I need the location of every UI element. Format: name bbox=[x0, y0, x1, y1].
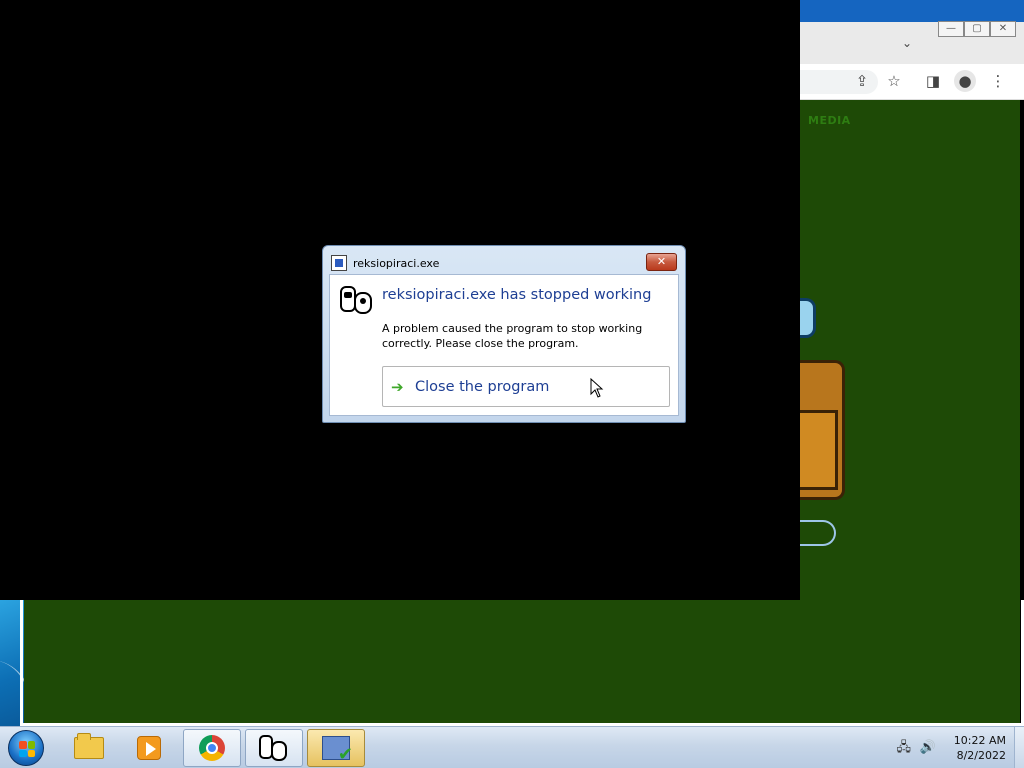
reksio-icon bbox=[259, 733, 289, 763]
menu-icon[interactable]: ⋮ bbox=[987, 70, 1009, 92]
share-icon[interactable]: ⇪ bbox=[851, 70, 873, 92]
media-player-icon bbox=[137, 736, 161, 760]
browser-tabstrip: — ▢ ✕ ⌄ bbox=[800, 21, 1024, 64]
show-desktop-button[interactable] bbox=[1014, 727, 1024, 768]
close-program-button[interactable]: ➔ Close the program bbox=[382, 366, 670, 407]
clock-date: 8/2/2022 bbox=[956, 749, 1006, 762]
dialog-body: reksiopiraci.exe has stopped working A p… bbox=[329, 274, 679, 416]
clock-time: 10:22 AM bbox=[953, 734, 1006, 747]
app-icon bbox=[331, 255, 347, 271]
dialog-title: reksiopiraci.exe bbox=[353, 256, 440, 270]
mouse-cursor-icon bbox=[590, 378, 604, 398]
green-arrow-icon: ➔ bbox=[391, 377, 404, 396]
error-dialog: reksiopiraci.exe ✕ reksiopiraci.exe has … bbox=[322, 245, 686, 423]
taskbar-reksiopiraci[interactable] bbox=[245, 729, 303, 767]
program-icon bbox=[340, 284, 374, 316]
star-icon[interactable]: ☆ bbox=[883, 70, 905, 92]
dialog-titlebar: reksiopiraci.exe bbox=[331, 254, 439, 272]
tab-search-chevron-icon[interactable]: ⌄ bbox=[902, 36, 912, 50]
close-program-label: Close the program bbox=[415, 378, 550, 395]
dialog-message: A problem caused the program to stop wor… bbox=[382, 322, 643, 350]
dialog-heading: reksiopiraci.exe has stopped working bbox=[382, 287, 652, 303]
folder-icon bbox=[74, 733, 104, 759]
window-close-button[interactable]: ✕ bbox=[990, 21, 1016, 37]
start-button[interactable] bbox=[8, 730, 44, 766]
minimize-button[interactable]: — bbox=[938, 21, 964, 37]
error-reporting-icon bbox=[322, 736, 353, 765]
network-icon[interactable]: 🖧 bbox=[896, 740, 912, 756]
taskbar-file-explorer[interactable] bbox=[60, 729, 118, 767]
volume-icon[interactable]: 🔊 bbox=[920, 740, 936, 756]
character-illustration bbox=[800, 290, 860, 570]
chrome-icon bbox=[199, 735, 225, 761]
profile-icon[interactable]: ● bbox=[954, 70, 976, 92]
maximize-button[interactable]: ▢ bbox=[964, 21, 990, 37]
page-logo-text: MEDIA bbox=[808, 114, 851, 127]
taskbar-chrome[interactable] bbox=[183, 729, 241, 767]
browser-titlebar bbox=[800, 0, 1024, 22]
side-panel-icon[interactable]: ◨ bbox=[922, 70, 944, 92]
windows-logo-icon bbox=[19, 741, 35, 757]
system-tray: 🖧 🔊 10:22 AM 8/2/2022 bbox=[896, 729, 1006, 767]
taskbar-error-reporting[interactable] bbox=[307, 729, 365, 767]
clock[interactable]: 10:22 AM 8/2/2022 bbox=[954, 733, 1006, 763]
dialog-close-button[interactable]: ✕ bbox=[646, 253, 677, 271]
taskbar: 🖧 🔊 10:22 AM 8/2/2022 bbox=[0, 726, 1024, 768]
taskbar-media-player[interactable] bbox=[120, 729, 178, 767]
